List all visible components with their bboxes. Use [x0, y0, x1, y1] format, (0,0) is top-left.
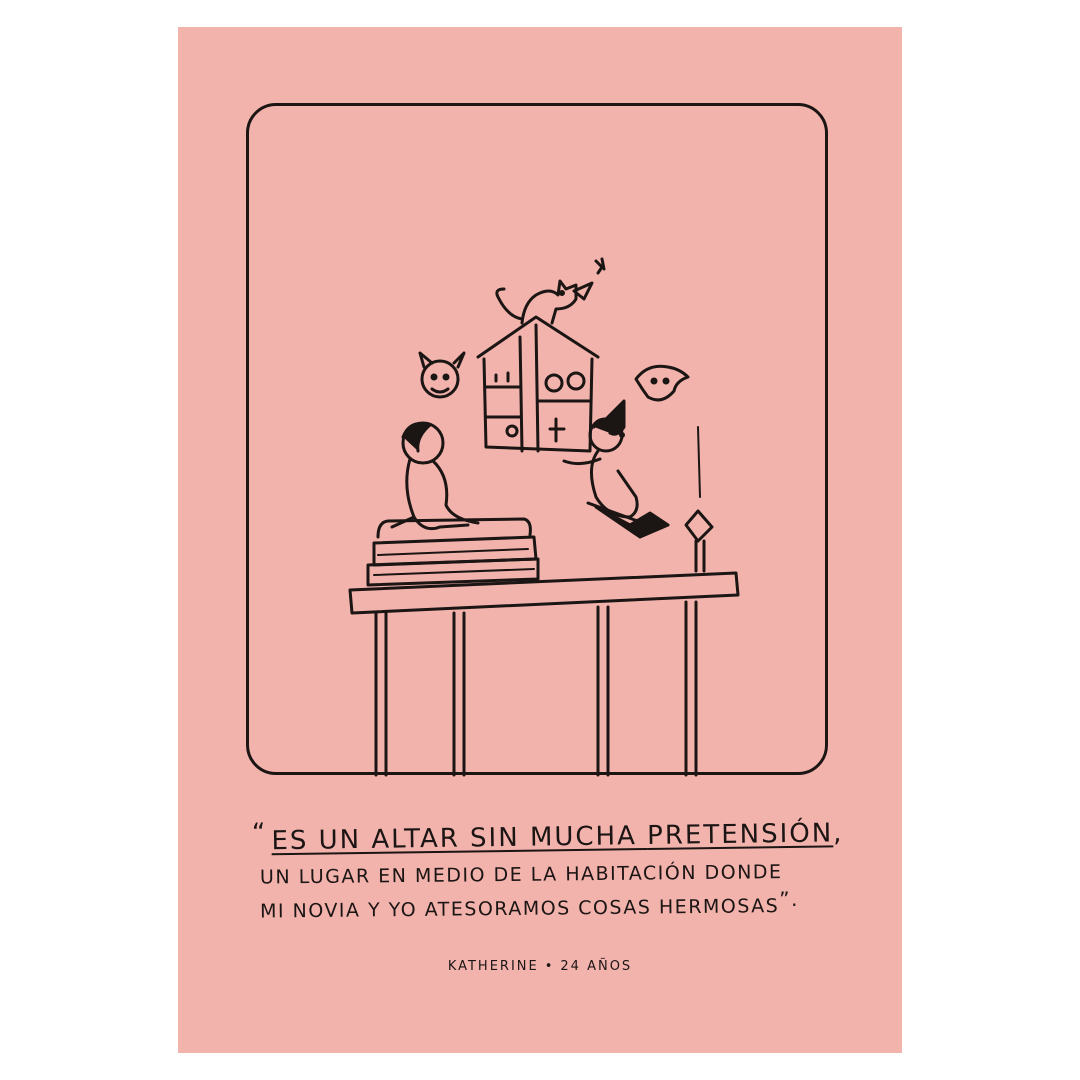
credit-age: 24 años	[560, 959, 633, 974]
quote-block: “es un altar sin mucha pretensión, un lu…	[218, 818, 868, 923]
quote-line-3: mi novia y yo atesoramos cosas hermosas”…	[218, 887, 868, 923]
credit-line: Katherine • 24 años	[178, 959, 902, 974]
quote-line-3-text: mi novia y yo atesoramos cosas hermosas	[259, 895, 780, 923]
cat	[495, 257, 606, 325]
credit-name: Katherine	[447, 959, 539, 974]
alien-mask	[634, 364, 690, 402]
devil-mask	[418, 351, 466, 399]
quote-line-1-pretension: pretensión	[646, 818, 834, 852]
sitting-girl	[390, 421, 480, 531]
dollhouse	[476, 315, 600, 453]
quote-line-1-comma: ,	[832, 818, 844, 849]
credit-separator: •	[544, 959, 555, 974]
quote-line-1-underlined: es un altar sin mucha	[271, 821, 648, 857]
close-quote-mark: ”.	[779, 886, 800, 912]
quote-line-2: un lugar en medio de la habitación donde	[259, 861, 783, 889]
poster: “es un altar sin mucha pretensión, un lu…	[178, 27, 902, 1053]
candle	[684, 426, 714, 573]
open-quote-mark: “	[251, 818, 268, 849]
book-stack	[366, 517, 540, 587]
witch	[562, 399, 670, 539]
table	[348, 571, 740, 777]
